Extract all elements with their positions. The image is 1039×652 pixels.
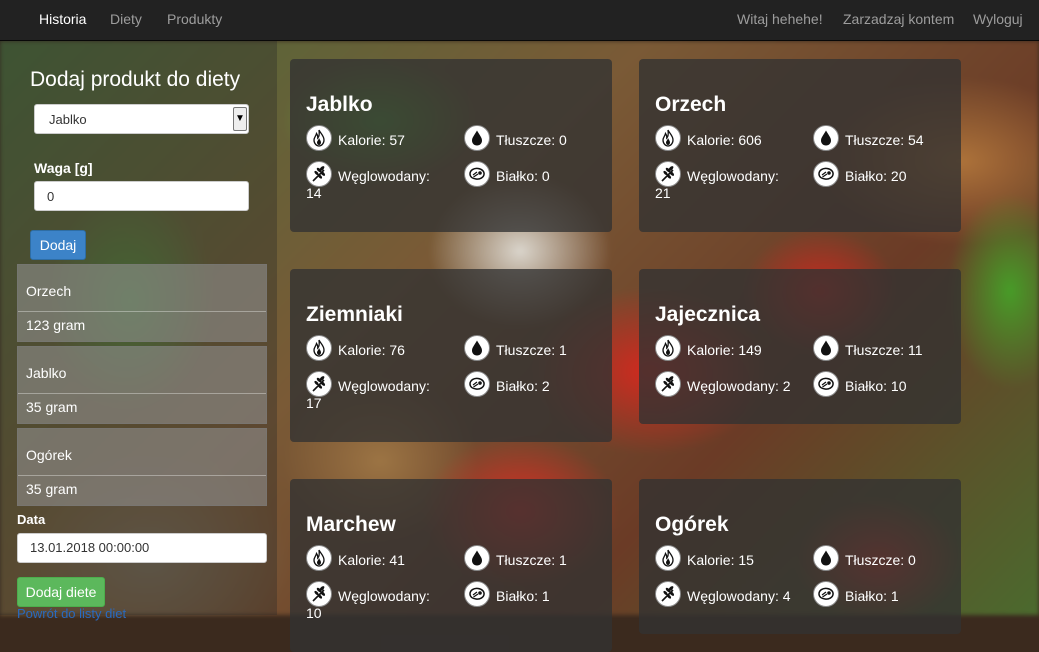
add-diet-button[interactable]: Dodaj diete <box>17 577 105 607</box>
flame-icon <box>655 125 681 151</box>
protein-stat-label: Białko: 2 <box>496 378 550 394</box>
entry-name: Ogórek <box>26 447 72 463</box>
water-drop-icon <box>464 335 490 361</box>
carbs-value: 17 <box>306 395 322 411</box>
steak-icon <box>464 161 490 187</box>
water-drop-icon <box>813 545 839 571</box>
calories-stat-label: Kalorie: 149 <box>687 342 762 358</box>
flame-icon <box>655 545 681 571</box>
water-drop-icon <box>813 125 839 151</box>
carbs-value: 10 <box>306 605 322 621</box>
nav-greeting[interactable]: Witaj hehehe! <box>737 11 823 27</box>
steak-icon <box>813 371 839 397</box>
entry-qty: 35 gram <box>26 481 78 497</box>
product-name: Jablko <box>306 93 373 116</box>
fat-stat-label: Tłuszcze: 1 <box>496 552 567 568</box>
entry-name: Jablko <box>26 365 67 381</box>
carbs-stat-label: Węglowodany: 2 <box>687 378 791 394</box>
nav-historia[interactable]: Historia <box>39 11 86 27</box>
weight-label: Waga [g] <box>34 160 93 176</box>
panel-title: Dodaj produkt do diety <box>30 68 241 91</box>
carbs-stat-label: Węglowodany: 4 <box>687 588 791 604</box>
wheat-icon <box>655 161 681 187</box>
product-name: Ogórek <box>655 513 729 536</box>
carbs-value: 21 <box>655 185 671 201</box>
diet-entry[interactable]: Orzech 123 gram <box>17 264 267 342</box>
product-name: Jajecznica <box>655 303 761 326</box>
carbs-value: 14 <box>306 185 322 201</box>
carbs-stat-label: Węglowodany: <box>687 168 779 184</box>
product-select-value: Jablko <box>49 112 87 127</box>
fat-stat-label: Tłuszcze: 0 <box>496 132 567 148</box>
carbs-stat-label: Węglowodany: <box>338 168 430 184</box>
wheat-icon <box>655 581 681 607</box>
flame-icon <box>306 545 332 571</box>
add-button[interactable]: Dodaj <box>30 230 86 260</box>
product-name: Orzech <box>655 93 727 116</box>
weight-input[interactable]: 0 <box>34 181 249 211</box>
product-card[interactable]: Marchew Kalorie: 41 Tłuszcze: 1 Białko: 1 Wę… <box>290 479 612 652</box>
entry-qty: 123 gram <box>26 317 86 333</box>
product-card[interactable]: Ziemniaki Kalorie: 76 Tłuszcze: 1 Białko: 2… <box>290 269 612 442</box>
divider <box>18 393 266 394</box>
product-card[interactable]: Jajecznica Kalorie: 149 Tłuszcze: 11 Białko… <box>639 269 961 424</box>
protein-stat-label: Białko: 10 <box>845 378 907 394</box>
back-to-diet-list-link[interactable]: Powrót do listy diet <box>17 606 126 621</box>
calories-stat-label: Kalorie: 606 <box>687 132 762 148</box>
wheat-icon <box>306 161 332 187</box>
chevron-down-icon[interactable]: ▼ <box>233 107 247 131</box>
steak-icon <box>464 581 490 607</box>
wheat-icon <box>655 371 681 397</box>
protein-stat-label: Białko: 1 <box>496 588 550 604</box>
nav-logout[interactable]: Wyloguj <box>973 11 1023 27</box>
navbar: Historia Diety Produkty Witaj hehehe! Za… <box>0 0 1039 41</box>
carbs-stat-label: Węglowodany: <box>338 588 430 604</box>
steak-icon <box>813 581 839 607</box>
product-name: Ziemniaki <box>306 303 403 326</box>
product-card[interactable]: Ogórek Kalorie: 15 Tłuszcze: 0 Białko: 1 Węg… <box>639 479 961 634</box>
flame-icon <box>655 335 681 361</box>
wheat-icon <box>306 371 332 397</box>
water-drop-icon <box>813 335 839 361</box>
calories-stat-label: Kalorie: 15 <box>687 552 754 568</box>
calories-stat-label: Kalorie: 41 <box>338 552 405 568</box>
wheat-icon <box>306 581 332 607</box>
entry-qty: 35 gram <box>26 399 78 415</box>
protein-stat-label: Białko: 1 <box>845 588 899 604</box>
product-card[interactable]: Jablko Kalorie: 57 Tłuszcze: 0 Białko: 0 Węg… <box>290 59 612 232</box>
carbs-stat-label: Węglowodany: <box>338 378 430 394</box>
steak-icon <box>464 371 490 397</box>
calories-stat-label: Kalorie: 57 <box>338 132 405 148</box>
water-drop-icon <box>464 125 490 151</box>
nav-manage-account[interactable]: Zarzadzaj kontem <box>843 11 954 27</box>
date-label: Data <box>17 512 46 527</box>
date-input[interactable]: 13.01.2018 00:00:00 <box>17 533 267 563</box>
divider <box>18 475 266 476</box>
protein-stat-label: Białko: 0 <box>496 168 550 184</box>
fat-stat-label: Tłuszcze: 54 <box>845 132 924 148</box>
fat-stat-label: Tłuszcze: 11 <box>845 342 923 358</box>
flame-icon <box>306 125 332 151</box>
diet-entry[interactable]: Jablko 35 gram <box>17 346 267 424</box>
water-drop-icon <box>464 545 490 571</box>
fat-stat-label: Tłuszcze: 1 <box>496 342 567 358</box>
nav-produkty[interactable]: Produkty <box>167 11 222 27</box>
nav-diety[interactable]: Diety <box>110 11 142 27</box>
product-name: Marchew <box>306 513 396 536</box>
product-select[interactable]: Jablko ▼ <box>34 104 249 134</box>
flame-icon <box>306 335 332 361</box>
divider <box>18 311 266 312</box>
steak-icon <box>813 161 839 187</box>
product-card[interactable]: Orzech Kalorie: 606 Tłuszcze: 54 Białko: 20… <box>639 59 961 232</box>
diet-entry[interactable]: Ogórek 35 gram <box>17 428 267 506</box>
entry-name: Orzech <box>26 283 72 299</box>
fat-stat-label: Tłuszcze: 0 <box>845 552 916 568</box>
calories-stat-label: Kalorie: 76 <box>338 342 405 358</box>
protein-stat-label: Białko: 20 <box>845 168 907 184</box>
